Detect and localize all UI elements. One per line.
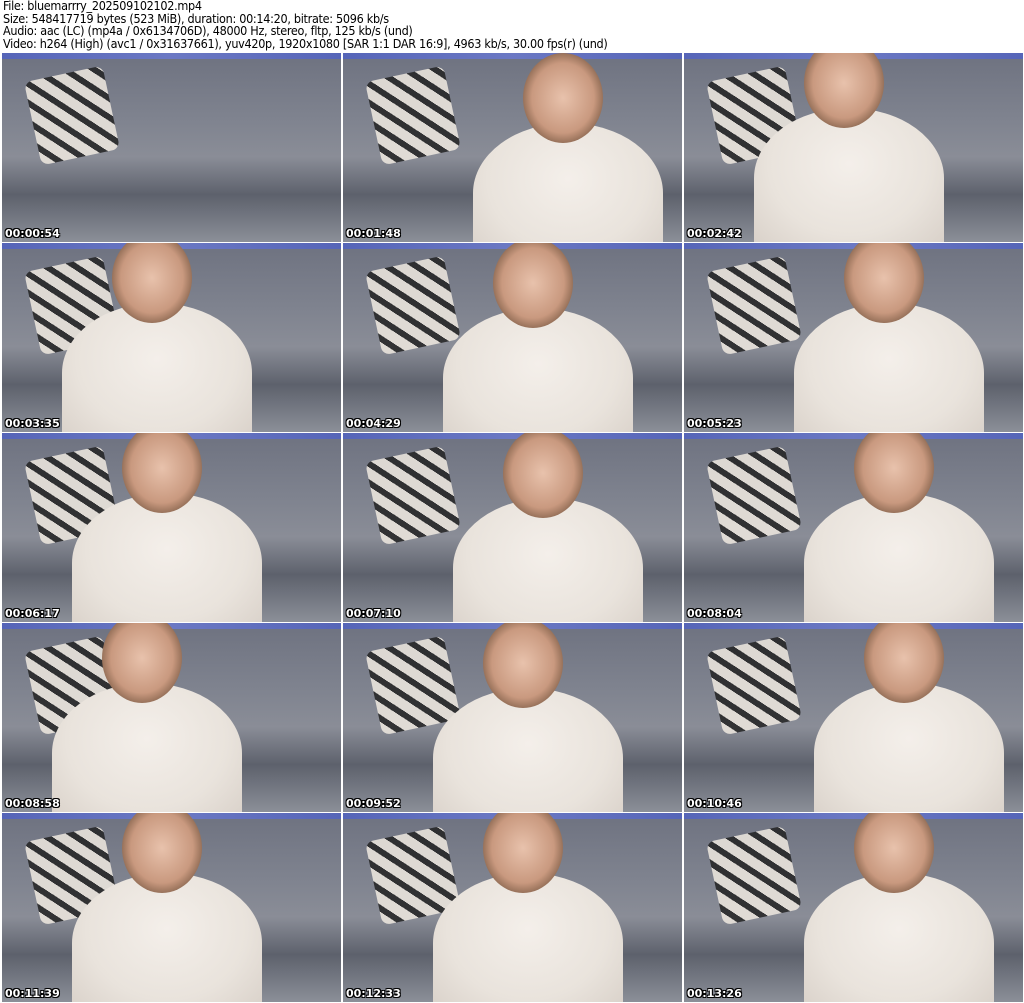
timestamp-label: 00:03:35: [5, 417, 60, 430]
pillow-image: [365, 445, 461, 546]
ambient-light: [684, 433, 1023, 439]
timestamp-label: 00:05:23: [687, 417, 742, 430]
video-thumbnail: 00:09:52: [343, 623, 682, 812]
ambient-light: [343, 53, 682, 59]
timestamp-label: 00:07:10: [346, 607, 401, 620]
video-thumbnail: 00:10:46: [684, 623, 1023, 812]
timestamp-label: 00:04:29: [346, 417, 401, 430]
pillow-image: [24, 65, 120, 166]
video-thumbnail: 00:08:58: [2, 623, 341, 812]
pillow-image: [365, 255, 461, 356]
pillow-image: [706, 825, 802, 926]
timestamp-label: 00:02:42: [687, 227, 742, 240]
timestamp-label: 00:13:26: [687, 987, 742, 1000]
timestamp-label: 00:11:39: [5, 987, 60, 1000]
timestamp-label: 00:08:04: [687, 607, 742, 620]
ambient-light: [684, 813, 1023, 819]
ambient-light: [2, 53, 341, 59]
video-thumbnail: 00:08:04: [684, 433, 1023, 622]
thumbnail-grid: 00:00:54 00:01:48 00:02:42 00:03:35 00:04:29…: [2, 53, 1023, 1002]
timestamp-label: 00:09:52: [346, 797, 401, 810]
pillow-image: [365, 65, 461, 166]
timestamp-label: 00:10:46: [687, 797, 742, 810]
file-info-header: File: bluemarrry_202509102102.mp4 Size: …: [3, 0, 608, 51]
video-thumbnail: 00:03:35: [2, 243, 341, 432]
video-thumbnail: 00:13:26: [684, 813, 1023, 1002]
video-thumbnail: 00:00:54: [2, 53, 341, 242]
video-thumbnail: 00:02:42: [684, 53, 1023, 242]
pillow-image: [706, 445, 802, 546]
video-thumbnail: 00:04:29: [343, 243, 682, 432]
video-thumbnail: 00:07:10: [343, 433, 682, 622]
video-thumbnail: 00:06:17: [2, 433, 341, 622]
pillow-image: [706, 635, 802, 736]
ambient-light: [343, 433, 682, 439]
video-thumbnail: 00:12:33: [343, 813, 682, 1002]
video-thumbnail: 00:11:39: [2, 813, 341, 1002]
timestamp-label: 00:00:54: [5, 227, 60, 240]
timestamp-label: 00:01:48: [346, 227, 401, 240]
video-thumbnail: 00:01:48: [343, 53, 682, 242]
video-thumbnail: 00:05:23: [684, 243, 1023, 432]
timestamp-label: 00:06:17: [5, 607, 60, 620]
pillow-image: [706, 255, 802, 356]
head-image: [523, 53, 603, 143]
timestamp-label: 00:08:58: [5, 797, 60, 810]
timestamp-label: 00:12:33: [346, 987, 401, 1000]
video-line: Video: h264 (High) (avc1 / 0x31637661), …: [3, 35, 608, 51]
ambient-light: [684, 623, 1023, 629]
person-image: [754, 108, 944, 242]
